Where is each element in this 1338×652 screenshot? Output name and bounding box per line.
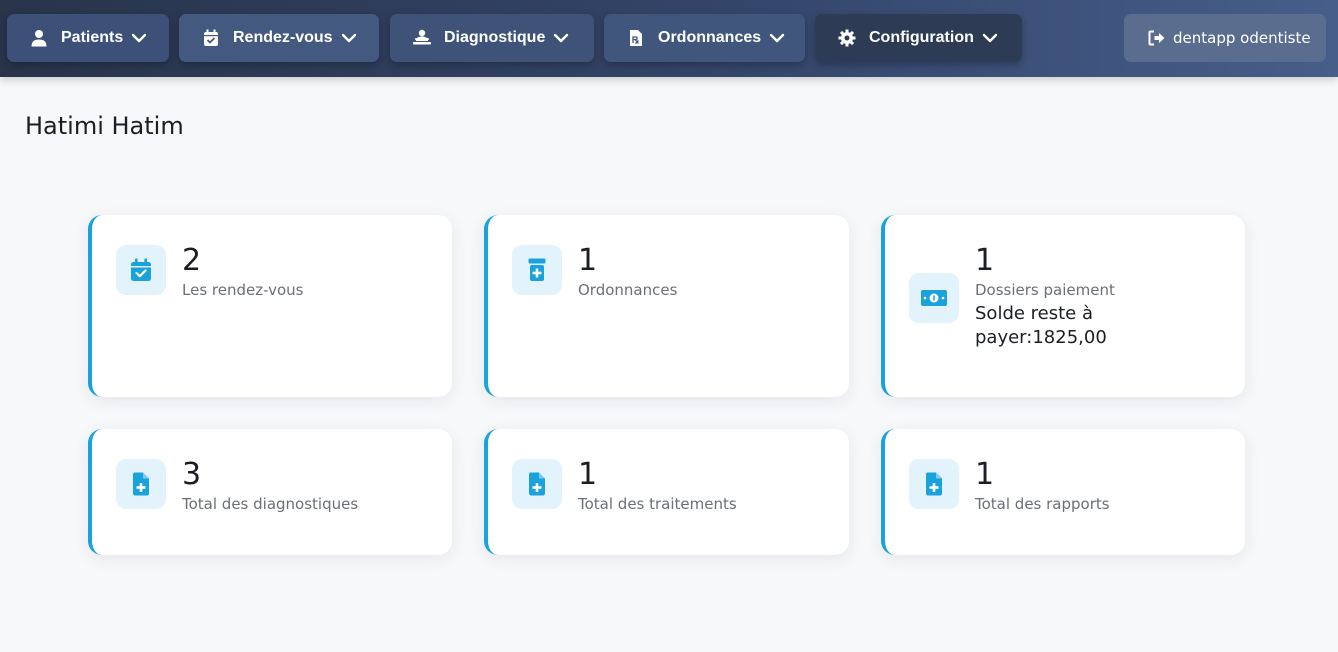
top-navbar: Patients Rendez-vous Diagnostique Ordonn… bbox=[0, 0, 1338, 77]
file-medical-icon bbox=[116, 459, 166, 509]
rapports-label: Total des rapports bbox=[975, 495, 1110, 513]
nav-ordonnances-button[interactable]: Ordonnances bbox=[604, 14, 805, 62]
chevron-down-icon bbox=[341, 29, 359, 47]
rendezvous-count: 2 bbox=[182, 243, 202, 278]
chevron-down-icon bbox=[769, 29, 787, 47]
nav-ordonnances-label: Ordonnances bbox=[658, 29, 762, 46]
stat-card-rapports[interactable]: 1 Total des rapports bbox=[881, 429, 1245, 555]
rapports-count: 1 bbox=[975, 457, 995, 492]
nav-configuration-button[interactable]: Configuration bbox=[815, 14, 1022, 62]
stat-card-diagnostiques[interactable]: 3 Total des diagnostiques bbox=[88, 429, 452, 555]
stat-card-rendezvous[interactable]: 2 Les rendez-vous bbox=[88, 215, 452, 397]
solde-reste-a-payer: Solde reste à payer:1825,00 bbox=[975, 303, 1107, 348]
nav-rendezvous-label: Rendez-vous bbox=[233, 29, 333, 46]
stat-card-ordonnances[interactable]: 1 Ordonnances bbox=[484, 215, 849, 397]
prescription-bottle-icon bbox=[512, 245, 562, 295]
logout-user-button[interactable]: dentapp odentiste bbox=[1124, 14, 1326, 62]
stat-card-paiement[interactable]: 1 Dossiers paiement Solde reste à payer:… bbox=[881, 215, 1245, 397]
gear-icon bbox=[837, 28, 857, 48]
sign-out-icon bbox=[1148, 29, 1166, 47]
stat-card-traitements[interactable]: 1 Total des traitements bbox=[484, 429, 849, 555]
nav-diagnostique-button[interactable]: Diagnostique bbox=[390, 14, 594, 62]
file-medical-icon bbox=[512, 459, 562, 509]
nav-patients-button[interactable]: Patients bbox=[7, 14, 169, 62]
nav-rendezvous-button[interactable]: Rendez-vous bbox=[179, 14, 379, 62]
money-bill-icon bbox=[909, 273, 959, 323]
ordonnances-label: Ordonnances bbox=[578, 281, 678, 299]
calendar-check-icon bbox=[201, 28, 221, 48]
chevron-down-icon bbox=[131, 29, 149, 47]
nav-configuration-label: Configuration bbox=[869, 29, 974, 46]
diagnostiques-count: 3 bbox=[182, 457, 202, 492]
traitements-count: 1 bbox=[578, 457, 598, 492]
file-medical-icon bbox=[909, 459, 959, 509]
chevron-down-icon bbox=[553, 29, 571, 47]
user-doctor-icon bbox=[29, 28, 49, 48]
traitements-label: Total des traitements bbox=[578, 495, 737, 513]
page-title: Hatimi Hatim bbox=[25, 112, 184, 140]
rendezvous-label: Les rendez-vous bbox=[182, 281, 304, 299]
file-prescription-icon bbox=[626, 28, 646, 48]
nav-patients-label: Patients bbox=[61, 29, 124, 46]
chevron-down-icon bbox=[982, 29, 1000, 47]
diagnostiques-label: Total des diagnostiques bbox=[182, 495, 359, 513]
paiement-count: 1 bbox=[975, 243, 995, 278]
calendar-check-icon bbox=[116, 245, 166, 295]
user-name-label: dentapp odentiste bbox=[1173, 29, 1311, 47]
nav-diagnostique-label: Diagnostique bbox=[444, 29, 546, 46]
person-dots-icon bbox=[412, 28, 432, 48]
ordonnances-count: 1 bbox=[578, 243, 598, 278]
paiement-label: Dossiers paiement bbox=[975, 281, 1115, 299]
